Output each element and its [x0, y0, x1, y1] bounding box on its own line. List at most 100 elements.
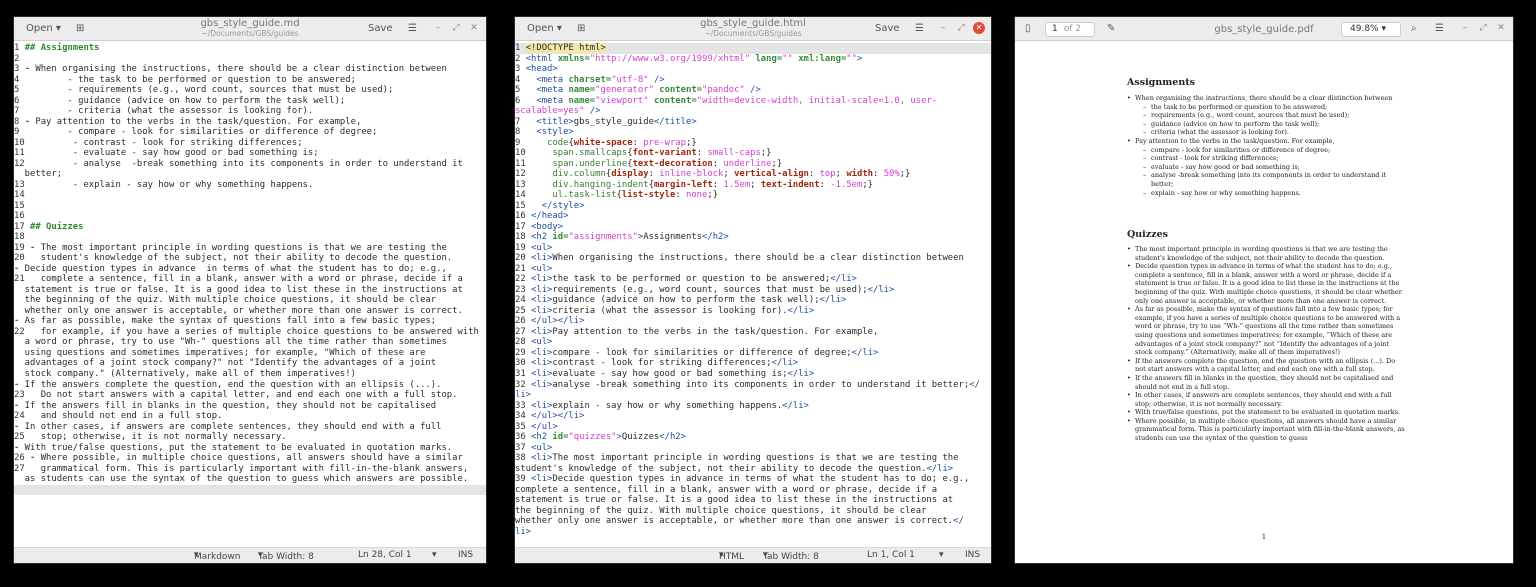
- search-icon[interactable]: ⌕: [1411, 21, 1417, 37]
- maximize-icon[interactable]: ⤢: [955, 22, 967, 34]
- code-line: - If the answers fill in blanks in the q…: [14, 400, 437, 411]
- list-item: Where possible, in multiple choice quest…: [1127, 417, 1407, 443]
- code-line: 24 <li>guidance (advice on how to perfor…: [515, 295, 847, 306]
- code-line: 13 - explain - say how or why something …: [14, 179, 314, 190]
- pdf-heading-assignments: Assignments: [1127, 77, 1195, 88]
- code-line: 2: [14, 53, 25, 64]
- html-cursor-position[interactable]: Ln 1, Col 1: [867, 550, 915, 560]
- chevron-down-icon[interactable]: ▾: [939, 550, 944, 560]
- close-icon[interactable]: ✕: [1495, 22, 1507, 34]
- code-line: whether only one answer is acceptable, o…: [14, 305, 463, 316]
- md-language-selector[interactable]: Markdown ▾: [194, 550, 240, 562]
- code-line: complete a sentence, fill in a blank, an…: [515, 484, 938, 495]
- code-line: 2 <html xmlns="http://www.w3.org/1999/xh…: [515, 53, 863, 64]
- code-line: 22 for example, if you have a series of …: [14, 326, 479, 337]
- code-line: 13 div.hanging-indent{margin-left: 1.5em…: [515, 179, 874, 190]
- code-line: 8 <style>: [515, 127, 574, 138]
- pdf-page-number: 1: [1261, 533, 1267, 541]
- code-line: 32 <li>analyse -break something into its…: [515, 379, 980, 390]
- code-line: better;: [14, 169, 63, 180]
- code-line: 6 - guidance (advice on how to perform t…: [14, 95, 346, 106]
- code-line: 11 span.underline{text-decoration: under…: [515, 158, 783, 169]
- code-line: 20 <li>When organising the instructions,…: [515, 253, 964, 264]
- code-line: 21 <ul>: [515, 263, 553, 274]
- md-statusbar: Markdown ▾ Tab Width: 8 ▾ Ln 28, Col 1 ▾…: [14, 547, 486, 563]
- md-text-area[interactable]: 1 ## Assignments 2 3 - When organising th…: [14, 41, 486, 547]
- code-line: 25 <li>criteria (what the assessor is lo…: [515, 305, 815, 316]
- code-line: 14: [14, 190, 31, 201]
- code-line: 3 - When organising the instructions, th…: [14, 64, 447, 75]
- code-line: 9 code{white-space: pre-wrap;}: [515, 137, 697, 148]
- md-save-button[interactable]: Save: [368, 21, 393, 37]
- code-line: 27 <li>Pay attention to the verbs in the…: [515, 326, 879, 337]
- code-line: 18 <h2 id="assignments">Assignments</h2>: [515, 232, 729, 243]
- minimize-icon[interactable]: –: [432, 22, 444, 34]
- list-item: explain - say how or why something happe…: [1127, 189, 1407, 198]
- pdf-heading-quizzes: Quizzes: [1127, 229, 1168, 240]
- code-line: statement is true or false. It is a good…: [515, 495, 954, 506]
- list-item: analyse -break something into its compon…: [1127, 171, 1407, 188]
- code-line: 22 <li>the task to be performed or quest…: [515, 274, 857, 285]
- code-line: 6 <meta name="viewport" content="width=d…: [515, 95, 938, 106]
- list-item: criteria (what the assessor is looking f…: [1127, 128, 1407, 137]
- html-language-selector[interactable]: HTML ▾: [719, 550, 744, 562]
- list-item: With true/false questions, put the state…: [1127, 408, 1407, 417]
- html-text-area[interactable]: 1 <!DOCTYPE html> 2 <html xmlns="http://…: [515, 41, 991, 547]
- code-line: 28 <ul>: [515, 337, 553, 348]
- chevron-down-icon[interactable]: ▾: [432, 550, 437, 560]
- minimize-icon[interactable]: –: [1459, 22, 1471, 34]
- list-item: In other cases, if answers are complete …: [1127, 391, 1407, 408]
- pdf-assign-list: When organising the instructions, there …: [1127, 94, 1407, 197]
- hamburger-menu-icon[interactable]: ☰: [1435, 21, 1444, 37]
- maximize-icon[interactable]: ⤢: [450, 22, 462, 34]
- html-save-button[interactable]: Save: [875, 21, 900, 37]
- code-line: - As far as possible, make the syntax of…: [14, 316, 437, 327]
- code-line: 1 ## Assignments: [14, 43, 100, 53]
- code-line: using questions and sometimes imperative…: [14, 347, 426, 358]
- code-line: 19 - The most important principle in wor…: [14, 242, 447, 253]
- hamburger-menu-icon[interactable]: ☰: [915, 21, 924, 37]
- code-line: 36 <h2 id="quizzes">Quizzes</h2>: [515, 432, 686, 443]
- close-icon[interactable]: ✕: [468, 22, 480, 34]
- code-line: 4 - the task to be performed or question…: [14, 74, 356, 85]
- maximize-icon[interactable]: ⤢: [1477, 22, 1489, 34]
- code-line: 12 div.column{display: inline-block; ver…: [515, 169, 911, 180]
- code-line: - With true/false questions, put the sta…: [14, 442, 453, 453]
- code-line: 20 student's knowledge of the subject, n…: [14, 253, 453, 264]
- close-icon[interactable]: ✕: [973, 22, 985, 34]
- code-line: [14, 484, 486, 496]
- code-line: 17 <body>: [515, 221, 564, 232]
- code-line: whether only one answer is acceptable, o…: [515, 516, 964, 527]
- code-line: 7 <title>gbs_style_guide</title>: [515, 116, 697, 127]
- code-line: li>: [515, 390, 532, 401]
- html-insert-mode[interactable]: INS: [965, 550, 980, 560]
- list-item: Pay attention to the verbs in the task/q…: [1127, 137, 1407, 146]
- code-line: as students can use the syntax of the qu…: [14, 474, 469, 485]
- list-item: contrast - look for striking differences…: [1127, 154, 1407, 163]
- html-editor-window: Open ▾ ⊞ gbs_style_guide.html ~/Document…: [514, 16, 992, 564]
- zoom-selector[interactable]: 49.8% ▾: [1341, 22, 1401, 37]
- md-language-label: Markdown: [194, 552, 241, 562]
- hamburger-menu-icon[interactable]: ☰: [408, 21, 417, 37]
- code-line: 4 <meta charset="utf-8" />: [515, 74, 665, 85]
- code-line: - Decide question types in advance in te…: [14, 263, 447, 274]
- markdown-editor-window: Open ▾ ⊞ gbs_style_guide.md ~/Documents/…: [13, 16, 487, 564]
- md-tabwidth-selector[interactable]: Tab Width: 8 ▾: [258, 550, 314, 562]
- code-line: 5 <meta name="generator" content="pandoc…: [515, 85, 761, 96]
- html-tabwidth-selector[interactable]: Tab Width: 8 ▾: [763, 550, 819, 562]
- code-line: 15: [14, 200, 31, 211]
- pdf-quiz-list: The most important principle in wording …: [1127, 245, 1407, 443]
- list-item: requirements (e.g., word count, sources …: [1127, 111, 1407, 120]
- html-statusbar: HTML ▾ Tab Width: 8 ▾ Ln 1, Col 1 ▾ INS: [515, 547, 991, 563]
- code-line: 38 <li>The most important principle in w…: [515, 453, 959, 464]
- list-item: If the answers complete the question, en…: [1127, 357, 1407, 374]
- md-cursor-position[interactable]: Ln 28, Col 1: [358, 550, 412, 560]
- code-line: 27 grammatical form. This is particularl…: [14, 463, 469, 474]
- code-line: 33 <li>explain - say how or why somethin…: [515, 400, 809, 411]
- pdf-page[interactable]: Assignments When organising the instruct…: [1015, 41, 1513, 563]
- code-line: - If the answers complete the question, …: [14, 379, 442, 390]
- md-insert-mode[interactable]: INS: [458, 550, 473, 560]
- list-item: Decide question types in advance in term…: [1127, 262, 1407, 305]
- list-item: the task to be performed or question to …: [1127, 103, 1407, 112]
- minimize-icon[interactable]: –: [937, 22, 949, 34]
